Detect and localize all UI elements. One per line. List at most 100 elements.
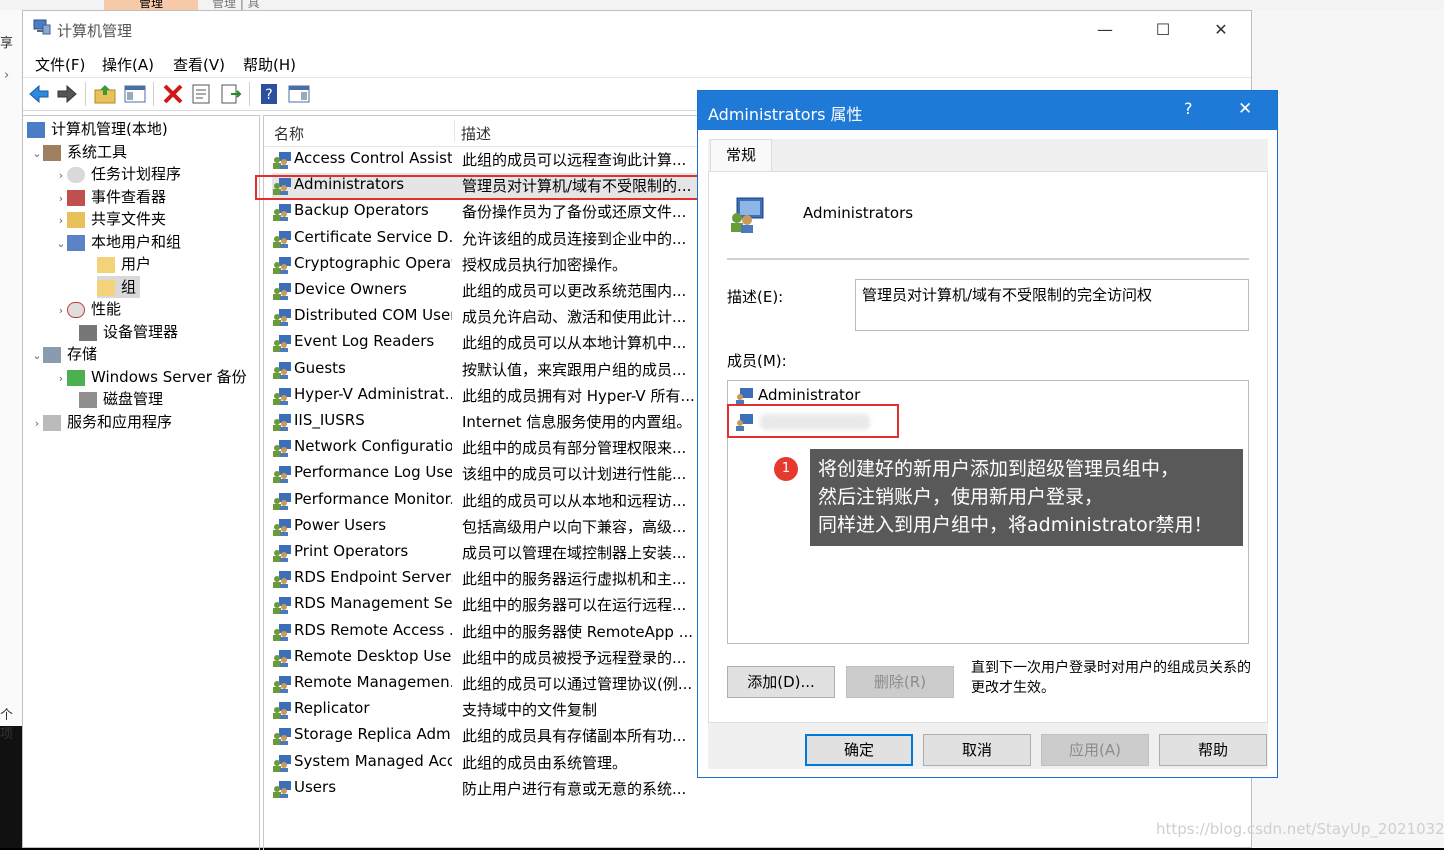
backup-icon bbox=[67, 369, 85, 386]
chevron-right-icon[interactable]: › bbox=[55, 300, 67, 322]
chevron-right-icon: › bbox=[4, 68, 10, 83]
tree-item-device-manager[interactable]: 设备管理器 bbox=[79, 321, 178, 343]
properties-icon[interactable] bbox=[189, 82, 213, 106]
group-description: 此组中的服务器可以在运行远程... bbox=[462, 596, 687, 615]
annotation-line: 将创建好的新用户添加到超级管理员组中， bbox=[818, 458, 1180, 480]
group-icon bbox=[273, 649, 291, 667]
users-group-icon bbox=[67, 234, 85, 251]
tree-label: 服务和应用程序 bbox=[67, 413, 173, 431]
minimize-button[interactable]: — bbox=[1085, 17, 1125, 43]
group-name: Device Owners bbox=[294, 280, 407, 298]
help-icon[interactable]: ? bbox=[257, 82, 281, 106]
group-description: 成员可以管理在域控制器上安装... bbox=[462, 544, 687, 562]
group-name: Remote Managemen... bbox=[294, 673, 452, 691]
tree-item-task-scheduler[interactable]: › 任务计划程序 bbox=[55, 163, 181, 185]
help-button[interactable]: 帮助 bbox=[1159, 734, 1267, 766]
tree-label: 系统工具 bbox=[67, 143, 128, 161]
tree-label: 性能 bbox=[91, 300, 122, 318]
group-name: Print Operators bbox=[294, 542, 409, 560]
group-icon bbox=[273, 440, 291, 458]
storage-icon bbox=[43, 346, 61, 363]
forward-arrow-icon[interactable] bbox=[55, 82, 79, 106]
tree-item-system-tools[interactable]: ⌄ 系统工具 bbox=[31, 141, 127, 163]
menu-view[interactable]: 查看(V) bbox=[173, 54, 225, 75]
group-description: Internet 信息服务使用的内置组。 bbox=[462, 413, 692, 431]
group-name: Access Control Assist... bbox=[294, 149, 452, 167]
chevron-right-icon[interactable]: › bbox=[31, 413, 43, 435]
tree-item-shared-folders[interactable]: › 共享文件夹 bbox=[55, 208, 166, 230]
back-arrow-icon[interactable] bbox=[27, 82, 51, 106]
close-button[interactable]: ✕ bbox=[1201, 17, 1241, 43]
menu-file[interactable]: 文件(F) bbox=[35, 54, 85, 75]
member-name: Administrator bbox=[758, 386, 861, 404]
delete-icon[interactable] bbox=[161, 82, 185, 106]
group-description: 此组的成员可以远程查询此计算... bbox=[462, 151, 687, 169]
group-name: Event Log Readers bbox=[294, 332, 435, 351]
tree-item-users[interactable]: 用户 bbox=[97, 253, 151, 275]
chevron-right-icon[interactable]: › bbox=[55, 210, 67, 232]
event-viewer-icon bbox=[67, 189, 85, 206]
description-field[interactable]: 管理员对计算机/域有不受限制的完全访问权 bbox=[855, 279, 1249, 331]
dialog-help-button[interactable]: ? bbox=[1184, 99, 1193, 118]
description-label: 描述(E): bbox=[727, 288, 784, 306]
group-description: 此组的成员可以通过管理协议(例... bbox=[462, 675, 693, 693]
chevron-right-icon[interactable]: › bbox=[55, 188, 67, 210]
ok-button[interactable]: 确定 bbox=[805, 734, 913, 766]
tree-item-performance[interactable]: › 性能 bbox=[55, 298, 121, 320]
divider bbox=[727, 258, 1249, 260]
maximize-button[interactable]: ☐ bbox=[1143, 17, 1183, 43]
dialog-title: Administrators 属性 bbox=[708, 105, 863, 124]
apply-button[interactable]: 应用(A) bbox=[1041, 734, 1149, 766]
computer-management-icon bbox=[33, 19, 51, 35]
background-tab-other: 管理 | 具 bbox=[212, 0, 260, 10]
up-folder-icon[interactable] bbox=[93, 82, 117, 106]
svg-text:?: ? bbox=[265, 87, 272, 103]
tab-general[interactable]: 常规 bbox=[710, 139, 772, 172]
tree-item-storage[interactable]: ⌄ 存储 bbox=[31, 343, 97, 365]
group-description: 包括高级用户以向下兼容，高级... bbox=[462, 517, 687, 536]
chevron-down-icon[interactable]: ⌄ bbox=[31, 143, 43, 165]
tree-item-services-apps[interactable]: › 服务和应用程序 bbox=[31, 411, 172, 433]
group-icon bbox=[273, 545, 291, 562]
tree-item-disk-management[interactable]: 磁盘管理 bbox=[79, 388, 163, 410]
tree-item-windows-server-backup[interactable]: › Windows Server 备份 bbox=[55, 366, 247, 388]
chevron-down-icon[interactable]: ⌄ bbox=[31, 345, 43, 367]
group-name: Hyper-V Administrat... bbox=[294, 384, 452, 403]
background-left-panel: 享 › bbox=[0, 10, 23, 726]
column-header-name[interactable]: 名称 bbox=[274, 123, 304, 144]
table-row[interactable]: Users 防止用户进行有意或无意的系统... bbox=[272, 776, 952, 802]
group-name: Guests bbox=[294, 358, 346, 377]
group-icon bbox=[273, 623, 291, 641]
tree-item-root[interactable]: 计算机管理(本地) bbox=[27, 118, 168, 140]
group-description: 该组中的成员可以计划进行性能... bbox=[462, 465, 687, 484]
chevron-down-icon[interactable]: ⌄ bbox=[55, 233, 67, 255]
group-icon bbox=[273, 728, 291, 746]
group-name: Performance Log Users bbox=[294, 463, 452, 482]
column-header-description[interactable]: 描述 bbox=[461, 123, 491, 144]
menu-action[interactable]: 操作(A) bbox=[102, 54, 154, 75]
export-list-icon[interactable] bbox=[219, 82, 243, 106]
tree-item-local-users-groups[interactable]: ⌄ 本地用户和组 bbox=[55, 231, 181, 253]
add-button[interactable]: 添加(D)... bbox=[727, 666, 835, 698]
dialog-close-button[interactable]: ✕ bbox=[1238, 99, 1252, 119]
members-label: 成员(M): bbox=[727, 352, 787, 370]
annotation-line: 同样进入到用户组中，将administrator禁用！ bbox=[818, 514, 1213, 536]
tree-item-event-viewer[interactable]: › 事件查看器 bbox=[55, 186, 166, 208]
highlight-administrators-row bbox=[255, 175, 709, 200]
dialog-title-bar[interactable]: Administrators 属性 ? ✕ bbox=[698, 91, 1277, 130]
group-name: RDS Remote Access ... bbox=[294, 620, 452, 639]
console-tree: 计算机管理(本地) ⌄ 系统工具 › 任务计划程序 › 事件查看器 › 共享文件夹 ⌄ 本… bbox=[23, 115, 260, 850]
group-description: 允许该组的成员连接到企业中的... bbox=[462, 229, 687, 248]
tree-item-groups[interactable]: 组 bbox=[97, 276, 141, 298]
chevron-right-icon[interactable]: › bbox=[55, 165, 67, 187]
group-description: 此组的成员具有存储副本所有功... bbox=[462, 727, 687, 746]
chevron-right-icon[interactable]: › bbox=[55, 368, 67, 390]
column-divider[interactable] bbox=[454, 120, 455, 142]
show-hide-tree-icon[interactable] bbox=[123, 82, 147, 106]
remove-button[interactable]: 删除(R) bbox=[846, 666, 954, 698]
show-action-pane-icon[interactable] bbox=[287, 82, 311, 106]
cancel-button[interactable]: 取消 bbox=[923, 734, 1031, 766]
title-bar[interactable]: 计算机管理 — ☐ ✕ bbox=[23, 11, 1251, 49]
menu-help[interactable]: 帮助(H) bbox=[243, 54, 296, 75]
group-name: Network Configuratio... bbox=[294, 437, 452, 456]
